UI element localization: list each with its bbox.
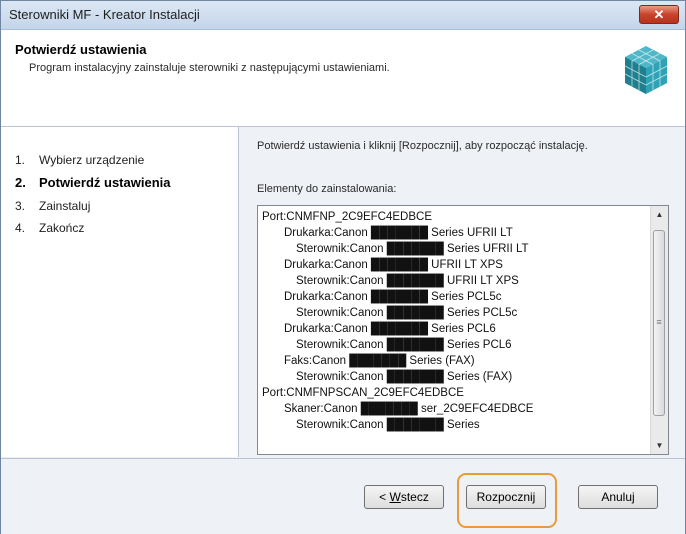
list-item: Faks:Canon ███████ Series (FAX) (284, 355, 475, 367)
step-label: Wybierz urządzenie (39, 153, 145, 167)
list-item: Drukarka:Canon ███████ UFRII LT XPS (284, 259, 503, 271)
back-button[interactable]: < Wstecz (364, 485, 444, 509)
list-item: Sterownik:Canon ███████ Series PCL5c (296, 307, 518, 319)
steps-panel: 1. Wybierz urządzenie 2. Potwierdź ustawie… (1, 127, 239, 457)
close-icon: ✕ (653, 7, 665, 22)
grip-icon: ≡ (656, 317, 662, 327)
step-label: Zakończ (39, 221, 85, 235)
step-number: 3. (15, 199, 26, 213)
list-item: Skaner:Canon ███████ ser_2C9EFC4EDBCE (284, 403, 534, 415)
items-list-label: Elementy do zainstalowania: (257, 183, 397, 195)
scrollbar-thumb[interactable]: ≡ (653, 230, 665, 416)
scroll-down-arrow-icon[interactable]: ▼ (651, 437, 668, 454)
close-button[interactable]: ✕ (639, 5, 679, 24)
list-item: Port:CNMFNP_2C9EFC4EDBCE (262, 211, 432, 223)
scroll-up-arrow-icon[interactable]: ▲ (651, 206, 668, 223)
list-item: Drukarka:Canon ███████ Series PCL6 (284, 323, 496, 335)
installer-logo-icon (624, 46, 668, 94)
step-label: Zainstaluj (39, 199, 91, 213)
back-arrow-text: < (379, 490, 390, 504)
button-bar: < Wstecz Rozpocznij Anuluj (1, 458, 685, 534)
back-accelerator: W (389, 490, 401, 504)
step-label: Potwierdź ustawienia (39, 175, 171, 190)
header-panel: Potwierdź ustawienia Program instalacyjn… (1, 30, 685, 127)
list-item: Sterownik:Canon ███████ Series PCL6 (296, 339, 512, 351)
list-item: Sterownik:Canon ███████ Series (296, 419, 480, 431)
installer-window: Sterowniki MF - Kreator Instalacji ✕ Pot… (0, 0, 686, 534)
list-item: Port:CNMFNPSCAN_2C9EFC4EDBCE (262, 387, 464, 399)
list-item: Sterownik:Canon ███████ UFRII LT XPS (296, 275, 519, 287)
step-number: 1. (15, 153, 26, 167)
start-button-highlight (457, 473, 557, 528)
list-item: Sterownik:Canon ███████ Series (FAX) (296, 371, 513, 383)
step-confirm-settings: 2. Potwierdź ustawienia (15, 175, 170, 190)
list-item: Sterownik:Canon ███████ Series UFRII LT (296, 243, 529, 255)
step-select-device: 1. Wybierz urządzenie (15, 153, 144, 167)
back-label: stecz (400, 490, 429, 504)
page-title: Potwierdź ustawienia (15, 42, 147, 57)
listbox-scrollbar[interactable]: ▲ ≡ ▼ (650, 206, 668, 454)
title-bar[interactable]: Sterowniki MF - Kreator Instalacji ✕ (1, 1, 685, 30)
step-number: 2. (15, 175, 26, 190)
page-description: Program instalacyjny zainstaluje sterown… (29, 62, 390, 74)
main-panel: Potwierdź ustawienia i kliknij [Rozpoczn… (239, 127, 685, 457)
list-item: Drukarka:Canon ███████ Series PCL5c (284, 291, 502, 303)
items-listbox[interactable]: Port:CNMFNP_2C9EFC4EDBCE Drukarka:Canon … (257, 205, 669, 455)
list-item: Drukarka:Canon ███████ Series UFRII LT (284, 227, 513, 239)
step-number: 4. (15, 221, 26, 235)
step-finish: 4. Zakończ (15, 221, 84, 235)
step-install: 3. Zainstaluj (15, 199, 90, 213)
window-title: Sterowniki MF - Kreator Instalacji (9, 7, 200, 22)
instruction-text: Potwierdź ustawienia i kliknij [Rozpoczn… (257, 140, 588, 152)
cancel-button[interactable]: Anuluj (578, 485, 658, 509)
